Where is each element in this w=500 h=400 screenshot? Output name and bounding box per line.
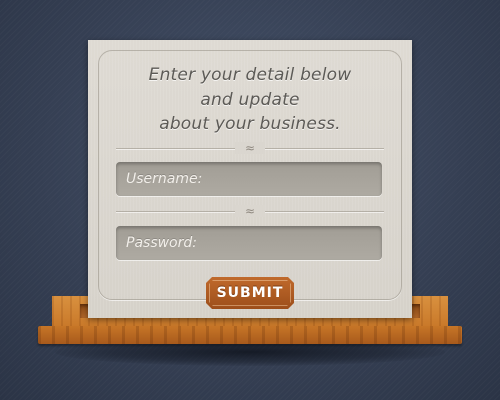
form-heading-line-3: about your business. — [159, 114, 341, 134]
form-heading-line-1: Enter your detail below — [148, 65, 352, 85]
wooden-stand-front — [38, 326, 462, 344]
submit-button-label: SUBMIT — [216, 285, 284, 301]
form-heading-line-2: and update — [200, 90, 300, 110]
submit-button[interactable]: SUBMIT — [206, 277, 294, 309]
flourish-icon: ≈ — [235, 205, 265, 217]
flourish-icon: ≈ — [235, 142, 265, 154]
username-field[interactable]: Username: — [116, 162, 382, 196]
password-field[interactable]: Password: — [116, 226, 382, 260]
form-card: Enter your detail below and update about… — [88, 40, 412, 318]
